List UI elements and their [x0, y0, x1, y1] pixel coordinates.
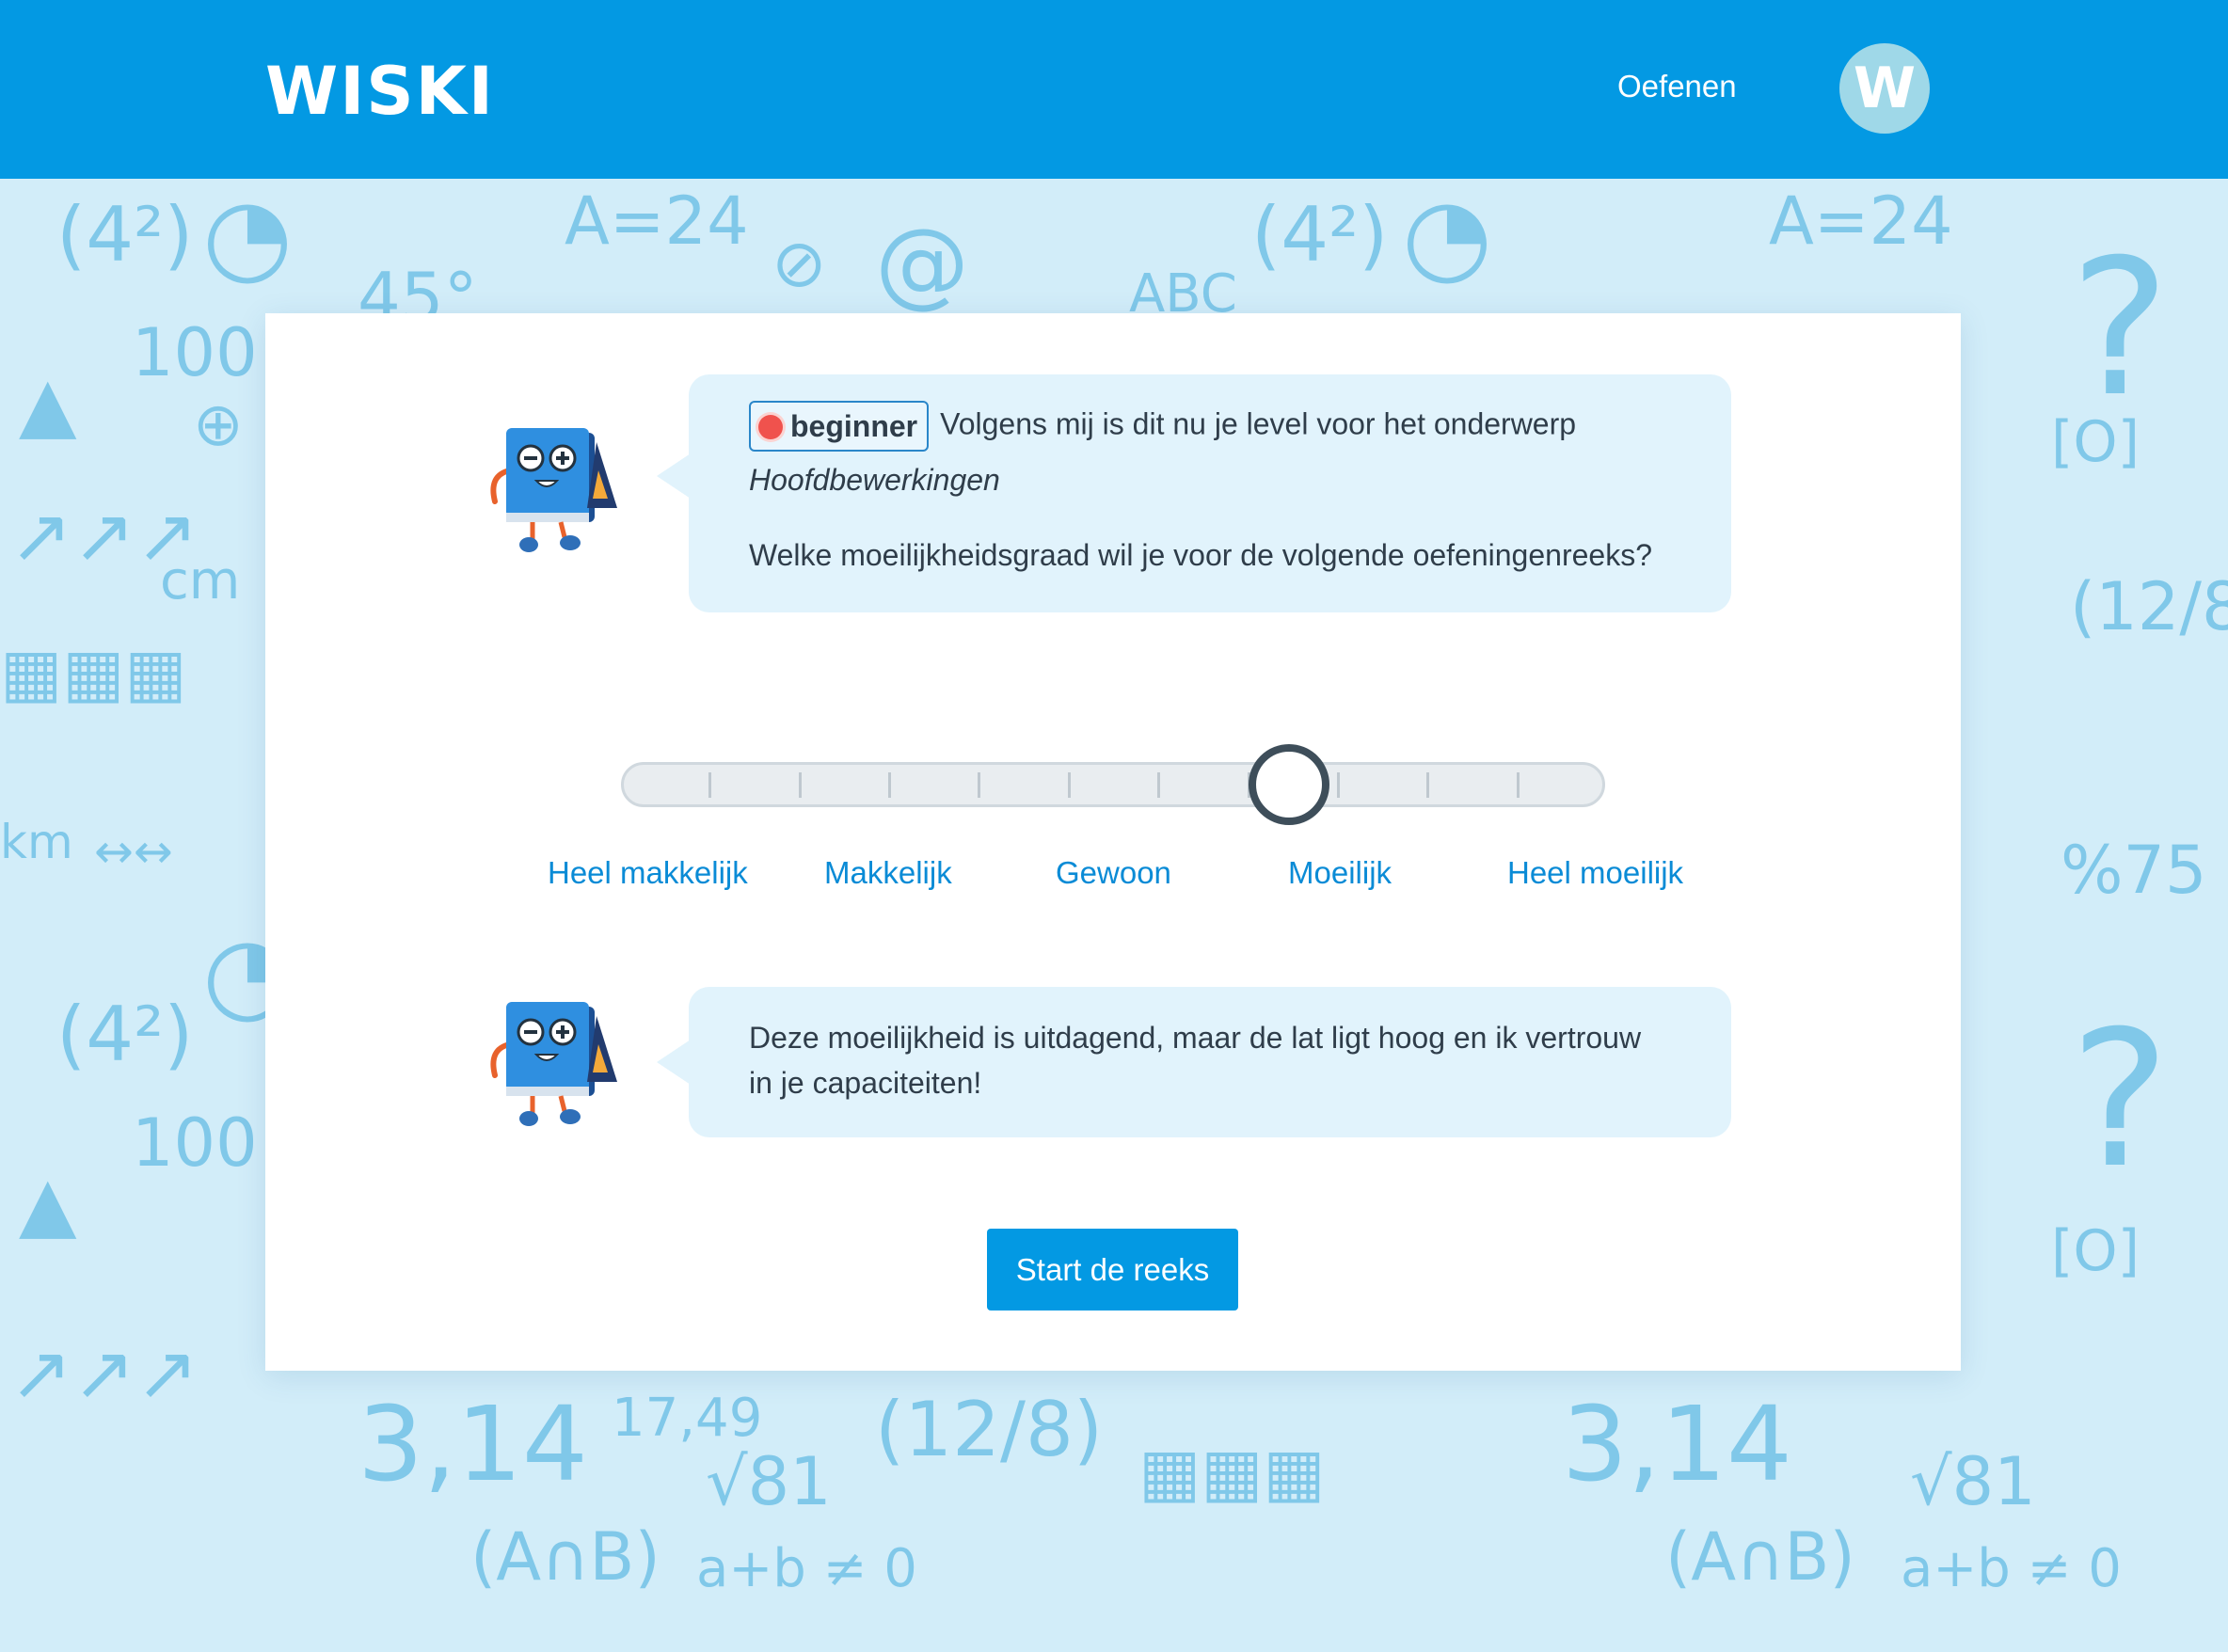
- doodle-decimal: 17,49: [612, 1388, 763, 1449]
- difficulty-question: Welke moeilijkheidsgraad wil je voor de …: [749, 538, 1652, 572]
- doodle-bracket: [O]: [2051, 409, 2140, 475]
- level-speech-bubble: beginner Volgens mij is dit nu je level v…: [657, 374, 1731, 612]
- doodle-fraction-2: (4²): [1251, 191, 1389, 278]
- doodle-question-icon: ?: [2070, 219, 2171, 438]
- top-navigation-bar: WISKI Oefenen W: [0, 0, 2228, 179]
- slider-tick: [1517, 772, 1520, 798]
- doodle-bracket-2: [O]: [2051, 1218, 2140, 1284]
- doodle-pi-value: 3,14: [358, 1384, 588, 1504]
- doodle-divide-icon: ⊘: [772, 225, 827, 302]
- doodle-fraction: (4²): [56, 191, 194, 278]
- slider-tick: [978, 772, 980, 798]
- start-series-button[interactable]: Start de reeks: [987, 1229, 1238, 1310]
- difficulty-option-makkelijk[interactable]: Makkelijk: [824, 854, 952, 892]
- doodle-hundred-2: 100: [132, 1104, 258, 1182]
- slider-tick: [1157, 772, 1160, 798]
- doodle-pie-chart-icon: ◔: [202, 179, 293, 295]
- doodle-fraction-12-8: (12/8): [875, 1386, 1104, 1473]
- topic-name: Hoofdbewerkingen: [749, 463, 1000, 497]
- doodle-cm: cm: [160, 550, 241, 612]
- doodle-hundred: 100: [132, 314, 258, 391]
- difficulty-option-gewoon[interactable]: Gewoon: [1056, 854, 1171, 892]
- doodle-spiral: @: [875, 208, 969, 318]
- level-message: Volgens mij is dit nu je level voor het …: [940, 406, 1577, 441]
- doodle-triangle-icon-2: ▲: [19, 1160, 77, 1247]
- slider-tick: [799, 772, 802, 798]
- slider-tick: [1426, 772, 1429, 798]
- doodle-plus-icon: ⊕: [193, 390, 244, 460]
- difficulty-option-moeilijk[interactable]: Moeilijk: [1288, 854, 1392, 892]
- slider-tick: [708, 772, 711, 798]
- doodle-equation-2: A=24: [1769, 183, 1953, 260]
- difficulty-slider-track[interactable]: [621, 762, 1605, 807]
- nav-link-oefenen[interactable]: Oefenen: [1617, 68, 1737, 105]
- difficulty-option-heel-makkelijk[interactable]: Heel makkelijk: [548, 854, 748, 892]
- mascot-book-icon: [490, 1002, 617, 1126]
- level-badge-label: beginner: [790, 409, 918, 443]
- doodle-a-plus-b-2: a+b ≠ 0: [1901, 1538, 2122, 1599]
- doodle-fraction-3: (4²): [56, 991, 194, 1078]
- level-badge: beginner: [749, 401, 930, 452]
- doodle-equation: A=24: [565, 183, 749, 260]
- difficulty-slider-thumb[interactable]: [1249, 744, 1329, 825]
- doodle-pi-value-2: 3,14: [1562, 1384, 1792, 1504]
- svg-text:W: W: [1854, 56, 1916, 121]
- feedback-message: Deze moeilijkheid is uitdagend, maar de …: [749, 1021, 1642, 1100]
- user-avatar[interactable]: W: [1839, 43, 1930, 134]
- doodle-km: km: [0, 815, 73, 869]
- doodle-fraction-4: (12/8): [2070, 568, 2228, 645]
- avatar-w-icon: W: [1854, 56, 1916, 121]
- doodle-pie-chart-icon-2: ◔: [1402, 179, 1492, 295]
- doodle-a-plus-b: a+b ≠ 0: [696, 1538, 917, 1599]
- slider-tick: [1337, 772, 1340, 798]
- slider-tick: [1068, 772, 1071, 798]
- doodle-hatched: ▦▦▦: [0, 634, 187, 711]
- doodle-question-icon-2: ?: [2070, 991, 2171, 1210]
- doodle-percent: %75: [2061, 832, 2207, 909]
- difficulty-card: beginner Volgens mij is dit nu je level v…: [265, 313, 1961, 1371]
- doodle-set: (A∩B): [470, 1518, 660, 1596]
- mascot-book-icon: [490, 428, 617, 552]
- doodle-set-2: (A∩B): [1665, 1518, 1855, 1596]
- wiski-logo[interactable]: WISKI: [265, 58, 495, 124]
- lightbulb-icon: [758, 415, 783, 439]
- doodle-sqrt-2: √81: [1910, 1443, 2036, 1520]
- difficulty-option-heel-moeilijk[interactable]: Heel moeilijk: [1507, 854, 1683, 892]
- doodle-hatched-2: ▦▦▦: [1138, 1434, 1326, 1511]
- feedback-speech-bubble: Deze moeilijkheid is uitdagend, maar de …: [657, 987, 1731, 1137]
- doodle-triangle-icon: ▲: [19, 360, 77, 448]
- doodle-arrows: ↔↔: [94, 824, 173, 879]
- doodle-sqrt: √81: [706, 1443, 832, 1520]
- slider-tick: [888, 772, 891, 798]
- doodle-zigzag-2: ↗↗↗: [9, 1329, 199, 1417]
